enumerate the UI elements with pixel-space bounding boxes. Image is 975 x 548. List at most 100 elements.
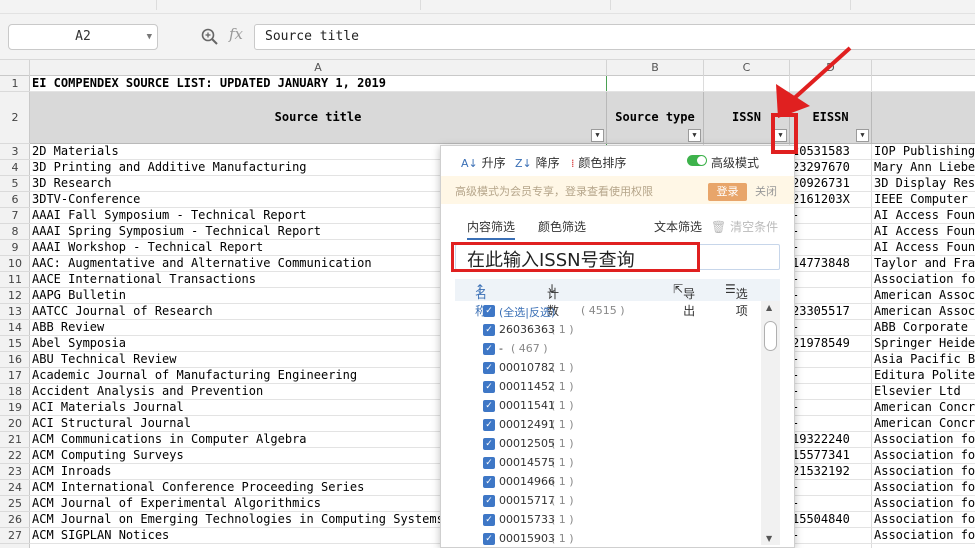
row-number[interactable]: 13 (0, 304, 30, 320)
header-source-title[interactable]: Source title ▼ (30, 92, 607, 144)
row-number[interactable]: 19 (0, 400, 30, 416)
filter-dropdown-icon[interactable]: ▼ (688, 129, 701, 142)
filter-list-item[interactable]: ✓ 00015717( 1 ) (455, 491, 765, 510)
select-all-corner[interactable] (0, 60, 30, 76)
cell-publisher[interactable]: American Assoc (872, 304, 975, 320)
cell-publisher[interactable]: AI Access Found (872, 240, 975, 256)
cell-eissn[interactable]: 15577341 (790, 448, 872, 464)
row-number[interactable]: 27 (0, 528, 30, 544)
row-number[interactable]: 4 (0, 160, 30, 176)
filter-dropdown-icon[interactable]: ▼ (591, 129, 604, 142)
cell-publisher[interactable]: 3D Display Rese (872, 176, 975, 192)
cell-publisher[interactable]: IEEE Computer S (872, 192, 975, 208)
checkbox-checked-icon[interactable]: ✓ (483, 457, 495, 469)
sort-ascending-button[interactable]: A↓ 升序 (461, 154, 506, 171)
row-number[interactable]: 1 (0, 76, 30, 92)
cell-eissn[interactable]: - (790, 224, 872, 240)
list-scrollbar[interactable]: ▲ ▼ (761, 301, 780, 545)
cell-publisher[interactable]: Association for (872, 480, 975, 496)
row-number[interactable]: 9 (0, 240, 30, 256)
row-number[interactable]: 14 (0, 320, 30, 336)
sort-by-count-button[interactable]: 计数 ↓ (547, 282, 559, 318)
row-number[interactable]: 11 (0, 272, 30, 288)
row-number[interactable]: 8 (0, 224, 30, 240)
checkbox-checked-icon[interactable]: ✓ (483, 362, 495, 374)
row-number[interactable]: 16 (0, 352, 30, 368)
login-button[interactable]: 登录 (708, 183, 747, 201)
filter-list-item[interactable]: ✓ 00010782( 1 ) (455, 358, 765, 377)
checkbox-checked-icon[interactable]: ✓ (483, 305, 495, 317)
checkbox-checked-icon[interactable]: ✓ (483, 381, 495, 393)
row-number[interactable]: 2 (0, 92, 30, 144)
sort-by-name-button[interactable]: 名称 ↑ (475, 282, 487, 318)
checkbox-checked-icon[interactable]: ✓ (483, 495, 495, 507)
row-number[interactable]: 12 (0, 288, 30, 304)
close-notice-button[interactable]: 关闭 (755, 183, 777, 199)
row-number[interactable]: 17 (0, 368, 30, 384)
checkbox-checked-icon[interactable]: ✓ (483, 324, 495, 336)
row-number[interactable]: 24 (0, 480, 30, 496)
cell-eissn[interactable]: - (790, 400, 872, 416)
checkbox-checked-icon[interactable]: ✓ (483, 438, 495, 450)
chevron-down-icon[interactable]: ▼ (147, 25, 152, 49)
cell-publisher[interactable]: Springer Heidel (872, 336, 975, 352)
cell-eissn[interactable]: - (790, 496, 872, 512)
cell-eissn[interactable]: - (790, 368, 872, 384)
options-button[interactable]: ☰ 选项 (725, 282, 748, 318)
cell-publisher[interactable]: Association for (872, 464, 975, 480)
filter-list-item[interactable]: ✓ 00015903( 1 ) (455, 529, 765, 548)
cell-publisher[interactable]: Association for (872, 448, 975, 464)
checkbox-checked-icon[interactable]: ✓ (483, 514, 495, 526)
cell-eissn[interactable]: 20926731 (790, 176, 872, 192)
cell-eissn[interactable]: - (790, 208, 872, 224)
filter-list-item[interactable]: ✓ 00014575( 1 ) (455, 453, 765, 472)
export-button[interactable]: ⇱ 导出 (673, 282, 695, 318)
cell-publisher[interactable]: AI Access Found (872, 224, 975, 240)
cell-publisher[interactable]: Taylor and Fran (872, 256, 975, 272)
filter-list-item[interactable]: ✓ 00012505( 1 ) (455, 434, 765, 453)
checkbox-checked-icon[interactable]: ✓ (483, 533, 495, 545)
row-number[interactable]: 22 (0, 448, 30, 464)
function-icon[interactable]: fx (229, 25, 243, 43)
checkbox-checked-icon[interactable]: ✓ (483, 476, 495, 488)
checkbox-checked-icon[interactable]: ✓ (483, 419, 495, 431)
checkbox-checked-icon[interactable]: ✓ (483, 343, 495, 355)
cell-eissn[interactable]: 23305517 (790, 304, 872, 320)
cell-eissn[interactable]: 19322240 (790, 432, 872, 448)
text-filter-button[interactable]: 文本筛选 (654, 218, 702, 235)
select-all-item[interactable]: ✓ (全选|反选) ( 4515 ) (455, 301, 765, 320)
filter-list-item[interactable]: ✓ 00011541( 1 ) (455, 396, 765, 415)
cell-publisher[interactable]: American Assoc (872, 288, 975, 304)
zoom-icon[interactable] (201, 28, 219, 46)
row-number[interactable]: 20 (0, 416, 30, 432)
row-number[interactable]: 10 (0, 256, 30, 272)
filter-list-item[interactable]: ✓ -( 467 ) (455, 339, 765, 358)
column-header-b[interactable]: B (607, 60, 704, 76)
cell-eissn[interactable]: - (790, 272, 872, 288)
cell-publisher[interactable]: Association for (872, 528, 975, 544)
cell-publisher[interactable]: Association for (872, 432, 975, 448)
cell-publisher[interactable]: Elsevier Ltd (872, 384, 975, 400)
row-number[interactable]: 26 (0, 512, 30, 528)
row-number[interactable]: 6 (0, 192, 30, 208)
row-number[interactable]: 7 (0, 208, 30, 224)
cell-publisher[interactable]: AI Access Found (872, 208, 975, 224)
cell-eissn[interactable]: 21532192 (790, 464, 872, 480)
cell-eissn[interactable]: 21978549 (790, 336, 872, 352)
cell-eissn[interactable]: - (790, 528, 872, 544)
row-number[interactable]: 5 (0, 176, 30, 192)
cell-eissn[interactable]: - (790, 288, 872, 304)
cell-eissn[interactable]: - (790, 320, 872, 336)
filter-list-item[interactable]: ✓ 00011452( 1 ) (455, 377, 765, 396)
cell-eissn[interactable]: - (790, 480, 872, 496)
clear-conditions-button[interactable]: 🗑 清空条件 (711, 218, 778, 235)
row-number[interactable]: 3 (0, 144, 30, 160)
row-number[interactable]: 15 (0, 336, 30, 352)
cell-publisher[interactable]: Editura Politec (872, 368, 975, 384)
row-number[interactable]: 18 (0, 384, 30, 400)
filter-list-item[interactable]: ✓ 26036363( 1 ) (455, 320, 765, 339)
cell-eissn[interactable]: 2161203X (790, 192, 872, 208)
filter-list-item[interactable]: ✓ 00012491( 1 ) (455, 415, 765, 434)
name-box[interactable]: A2 ▼ (8, 24, 158, 50)
filter-list-item[interactable]: ✓ 00014966( 1 ) (455, 472, 765, 491)
